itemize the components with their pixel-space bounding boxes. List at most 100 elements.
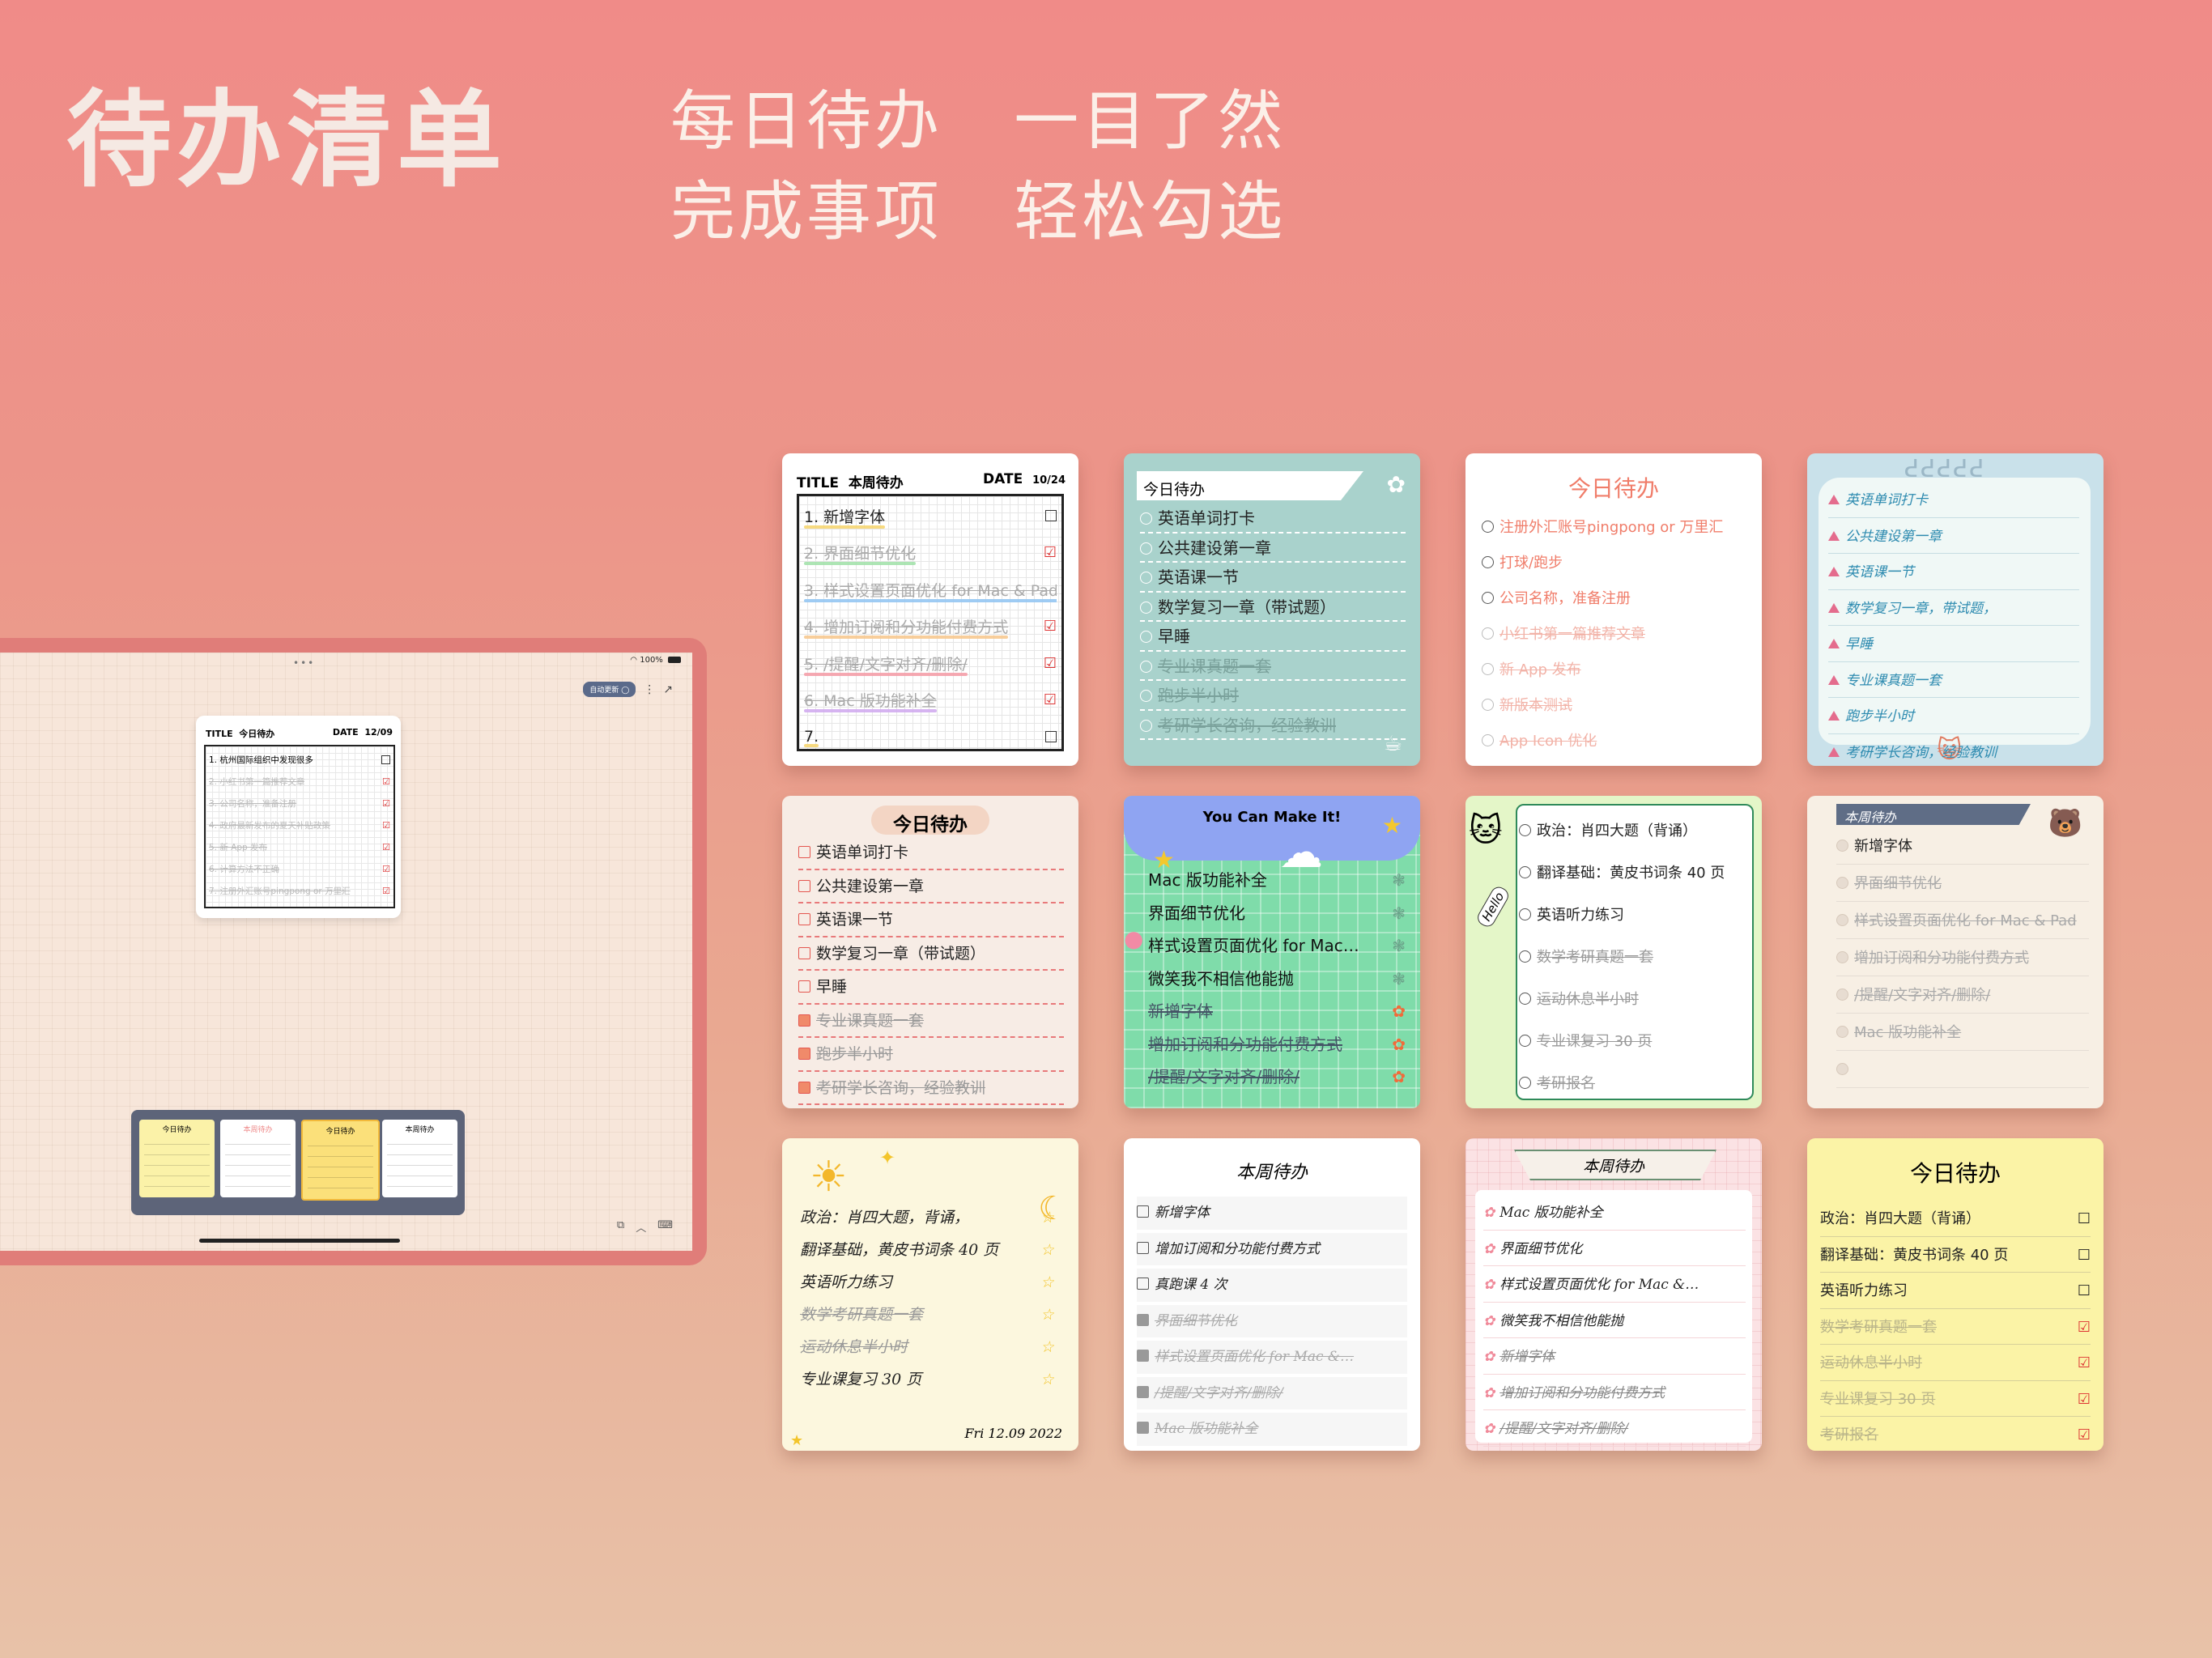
checkbox-icon[interactable] bbox=[1137, 1205, 1149, 1218]
todo-row[interactable]: 公共建设第一章 bbox=[798, 872, 1064, 903]
flower-icon[interactable]: ✿ bbox=[1392, 1030, 1406, 1060]
star-icon[interactable]: ☆ bbox=[1040, 1268, 1054, 1297]
todo-row[interactable]: 英语课一节 bbox=[1828, 556, 2079, 590]
todo-row[interactable]: 样式设置页面优化 for Mac &… bbox=[1137, 1341, 1407, 1374]
flower-bullet-icon[interactable]: ✿ bbox=[1483, 1205, 1495, 1221]
flower-bullet-icon[interactable]: ✿ bbox=[1483, 1241, 1495, 1257]
chevron-up-icon[interactable]: ︿ bbox=[636, 1219, 646, 1235]
bullet-icon[interactable] bbox=[1836, 1026, 1848, 1038]
todo-row[interactable]: 专业课真题一套 bbox=[1828, 665, 2079, 698]
flower-icon[interactable]: ✿ bbox=[1392, 997, 1406, 1027]
mini-note-row[interactable]: 2. 小红书第一篇推荐文章 ☑ bbox=[209, 772, 390, 791]
todo-row[interactable]: 翻译基础，黄皮书词条 40 页 ☆ bbox=[800, 1235, 1054, 1265]
flower-icon[interactable]: ✿ bbox=[1392, 1062, 1406, 1092]
checkbox-icon[interactable]: ☐ bbox=[2078, 1203, 2091, 1236]
todo-row[interactable]: ✿ 新增字体 bbox=[1483, 1341, 1746, 1375]
todo-row[interactable]: /提醒/文字对齐/删除/ ✿ bbox=[1148, 1062, 1406, 1092]
note-card-plain-orange[interactable]: 今日待办 注册外汇账号pingpong or 万里汇 打球/跑步 公司名称，准备注册… bbox=[1465, 453, 1762, 766]
auto-update-toggle[interactable]: 自动更新 ◯ bbox=[583, 682, 636, 697]
todo-row[interactable]: 运动休息半小时 bbox=[1519, 980, 1749, 1019]
gear-flower-icon[interactable]: ❃ bbox=[1392, 899, 1406, 929]
star-icon[interactable]: ☆ bbox=[1040, 1235, 1054, 1265]
checked-box-icon[interactable] bbox=[798, 1014, 810, 1027]
todo-row[interactable]: 公司名称，准备注册 bbox=[1482, 583, 1747, 615]
mini-note-row[interactable]: 4. 政府最新发布的夏天补贴政策 ☑ bbox=[209, 815, 390, 835]
triangle-bullet-icon[interactable] bbox=[1828, 711, 1840, 721]
todo-row[interactable]: 英语听力练习 bbox=[1519, 896, 1749, 935]
radio-icon[interactable] bbox=[1140, 660, 1152, 673]
todo-row[interactable]: 数学考研真题一套 ☑ bbox=[1820, 1312, 2091, 1345]
todo-row[interactable]: 翻译基础：黄皮书词条 40 页 ☐ bbox=[1820, 1239, 2091, 1273]
todo-row[interactable]: 增加订阅和分功能付费方式 bbox=[1836, 942, 2089, 976]
bullet-icon[interactable] bbox=[1836, 840, 1848, 852]
multitask-dots[interactable]: ••• bbox=[293, 657, 315, 669]
more-icon[interactable]: ⋮ bbox=[644, 683, 655, 696]
note-card-pink-ribbon[interactable]: 本周待办 ✿ Mac 版功能补全 ✿ 界面细节优化 ✿ 样式设置页面优化 for Mac … bbox=[1465, 1138, 1762, 1451]
widget-thumb-2[interactable]: 本周待办 bbox=[220, 1120, 296, 1197]
triangle-bullet-icon[interactable] bbox=[1828, 567, 1840, 576]
checkbox-icon[interactable] bbox=[1045, 510, 1057, 521]
radio-icon[interactable] bbox=[1140, 719, 1152, 732]
share-icon[interactable]: ↗ bbox=[663, 683, 673, 696]
todo-row[interactable]: 跑步半小时 bbox=[1828, 700, 2079, 734]
mini-note-preview[interactable]: TITLE 今日待办 DATE 12/09 1. 杭州国际组织中发现很多 2. 小… bbox=[196, 716, 401, 918]
radio-icon[interactable] bbox=[1140, 690, 1152, 702]
widget-thumb-1[interactable]: 今日待办 bbox=[139, 1120, 215, 1197]
todo-row[interactable]: 早睡 bbox=[1140, 623, 1406, 652]
todo-row[interactable]: 3. 样式设置页面优化 for Mac & Pad☑ bbox=[804, 575, 1057, 604]
checkbox-icon[interactable] bbox=[1137, 1241, 1149, 1254]
todo-row[interactable]: 样式设置页面优化 for Mac & Pad bbox=[1836, 904, 2089, 939]
todo-row[interactable]: 专业课真题一套 bbox=[798, 1006, 1064, 1038]
checked-box-icon[interactable] bbox=[1137, 1350, 1149, 1362]
todo-row[interactable]: 数学复习一章，带试题， bbox=[1828, 593, 2079, 626]
checkbox-icon[interactable]: ☐ bbox=[2078, 1239, 2091, 1273]
todo-row[interactable] bbox=[1836, 1053, 2089, 1088]
todo-row[interactable]: 跑步半小时 bbox=[798, 1039, 1064, 1072]
todo-row[interactable]: 考研学长咨询，经验教训 bbox=[798, 1073, 1064, 1105]
checkbox-icon[interactable] bbox=[381, 755, 390, 764]
triangle-bullet-icon[interactable] bbox=[1828, 530, 1840, 541]
checked-box-icon[interactable] bbox=[798, 1048, 810, 1060]
todo-row[interactable]: 英语单词打卡 bbox=[1140, 505, 1406, 534]
todo-row[interactable]: 7. bbox=[804, 722, 1057, 751]
checkbox-icon[interactable] bbox=[798, 846, 810, 858]
mini-note-row[interactable]: 3. 公司名称，准备注册 ☑ bbox=[209, 793, 390, 813]
checked-box-icon[interactable] bbox=[798, 1081, 810, 1094]
note-card-yellow[interactable]: 今日待办 政治：肖四大题（背诵） ☐ 翻译基础：黄皮书词条 40 页 ☐ 英语听力练习 ☐… bbox=[1807, 1138, 2104, 1451]
triangle-bullet-icon[interactable] bbox=[1828, 746, 1840, 757]
radio-icon[interactable] bbox=[1482, 521, 1494, 533]
radio-icon[interactable] bbox=[1140, 542, 1152, 555]
flower-bullet-icon[interactable]: ✿ bbox=[1483, 1313, 1495, 1329]
todo-row[interactable]: ✿ 增加订阅和分功能付费方式 bbox=[1483, 1377, 1746, 1410]
widget-thumb-4[interactable]: 本周待办 bbox=[382, 1120, 457, 1197]
todo-row[interactable]: 运动休息半小时 ☆ bbox=[800, 1333, 1054, 1362]
star-icon[interactable]: ☆ bbox=[1040, 1365, 1054, 1394]
checkmark-icon[interactable]: ☑ bbox=[1044, 691, 1057, 708]
checkbox-icon[interactable]: ☐ bbox=[2078, 1275, 2091, 1308]
note-card-bear[interactable]: 本周待办 🐻 新增字体 界面细节优化 样式设置页面优化 for Mac & Pad 增… bbox=[1807, 796, 2104, 1108]
todo-row[interactable]: 小红书第一篇推荐文章 bbox=[1482, 619, 1747, 651]
radio-icon[interactable] bbox=[1482, 592, 1494, 604]
todo-row[interactable]: 英语听力练习 ☆ bbox=[800, 1268, 1054, 1297]
checkmark-icon[interactable]: ☑ bbox=[2078, 1384, 2091, 1417]
triangle-bullet-icon[interactable] bbox=[1828, 495, 1840, 504]
copy-icon[interactable]: ⧉ bbox=[617, 1219, 624, 1235]
star-icon[interactable]: ☆ bbox=[1040, 1300, 1054, 1329]
todo-row[interactable]: 翻译基础：黄皮书词条 40 页 bbox=[1519, 854, 1749, 893]
checkbox-icon[interactable] bbox=[798, 980, 810, 993]
checkmark-icon[interactable]: ☑ bbox=[1044, 655, 1057, 672]
todo-row[interactable]: 数学复习一章（带试题） bbox=[798, 939, 1064, 971]
gear-flower-icon[interactable]: ❃ bbox=[1392, 931, 1406, 961]
todo-row[interactable]: 界面细节优化 bbox=[1137, 1304, 1407, 1337]
checked-radio-icon[interactable] bbox=[1482, 663, 1494, 675]
todo-row[interactable]: 考研学长咨询，经验教训 bbox=[1828, 737, 2079, 767]
checkbox-icon[interactable] bbox=[1045, 731, 1057, 742]
flower-bullet-icon[interactable]: ✿ bbox=[1483, 1277, 1495, 1293]
checked-radio-icon[interactable] bbox=[1519, 950, 1531, 963]
checkmark-icon[interactable]: ☑ bbox=[382, 864, 390, 874]
bullet-icon[interactable] bbox=[1836, 914, 1848, 926]
todo-row[interactable]: 专业课复习 30 页 ☆ bbox=[800, 1365, 1054, 1394]
checkbox-icon[interactable] bbox=[798, 946, 810, 959]
gear-flower-icon[interactable]: ❃ bbox=[1392, 964, 1406, 994]
todo-row[interactable]: 新增字体 bbox=[1836, 830, 2089, 865]
